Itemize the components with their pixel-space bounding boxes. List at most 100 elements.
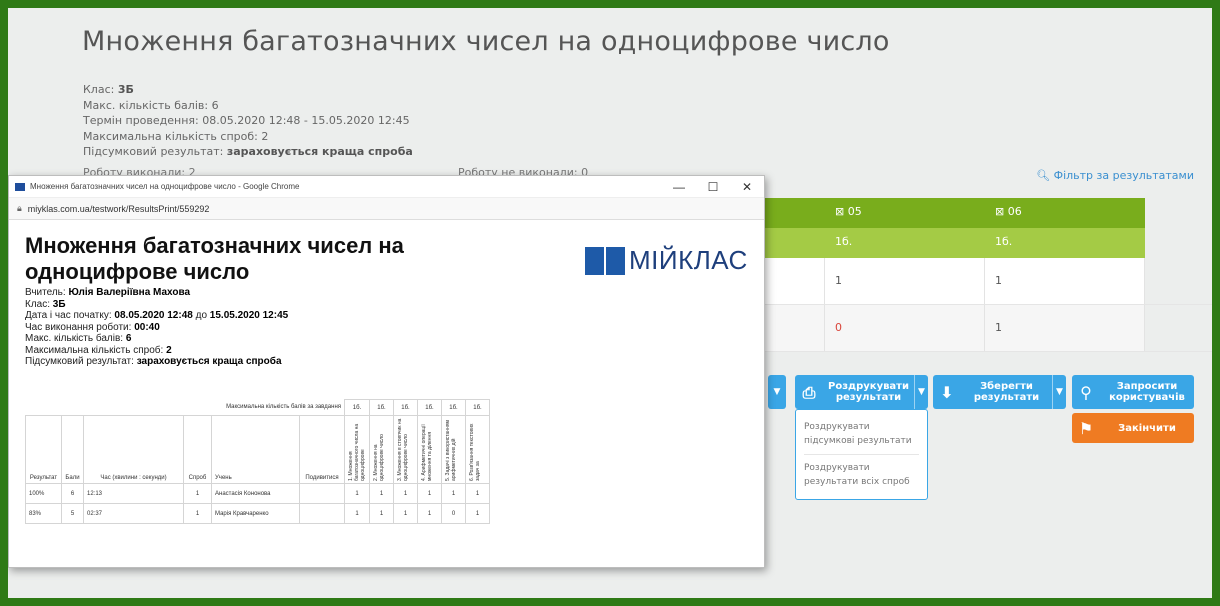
download-icon: ⬇ [940, 382, 954, 402]
minimize-icon[interactable]: — [662, 180, 696, 194]
task-column-header[interactable]: ⊠ 05 [825, 198, 985, 228]
final-result-value: зараховується краща спроба [226, 145, 413, 158]
view-cell[interactable] [299, 483, 345, 504]
result-cell: 83% [25, 503, 62, 524]
grid-row: 1 1 [765, 258, 1212, 305]
filter-results-label: Фільтр за результатами [1053, 169, 1194, 182]
grid-max-points-row: 1б. 1б. [765, 228, 1212, 258]
final-result-label: Підсумковий результат: [83, 145, 224, 158]
task-column-header[interactable]: ⊠ 06 [985, 198, 1145, 228]
finish-label: Закінчити [1118, 422, 1176, 434]
task-header: 3. Множення в стовпчик на одноцифрове чи… [393, 415, 418, 484]
finish-button[interactable]: ⚑ Закінчити [1072, 413, 1194, 443]
score-cell[interactable]: 0 [825, 305, 985, 351]
invite-users-label: Запросити користувачів [1109, 381, 1185, 403]
column-header: Результат [25, 415, 62, 484]
chevron-down-icon: ▼ [1052, 375, 1066, 409]
max-points-caption: Максимальна кількість балів за завдання [226, 404, 341, 411]
points-cell: 6 [61, 483, 84, 504]
print-results-table: Максимальна кількість балів за завдання … [25, 399, 490, 524]
table-header-row: Результат Бали Час (хвилини : секунди) С… [25, 415, 490, 484]
grid-header-row: ⊠ 05 ⊠ 06 [765, 198, 1212, 228]
print-menu-item-summary[interactable]: Роздрукувати підсумкові результати [804, 414, 919, 454]
period-label: Термін проведення: [83, 114, 199, 127]
window-titlebar[interactable]: Множення багатозначних чисел на одноцифр… [9, 176, 764, 198]
print-menu-item-all-attempts[interactable]: Роздрукувати результати всіх спроб [804, 454, 919, 495]
table-row: 83% 5 02:37 1 Марія Кравчаренко 1 1 1 1 … [25, 503, 490, 524]
add-user-icon: ⚲ [1080, 382, 1092, 402]
test-info: Клас: 3Б Макс. кількість балів: 6 Термін… [83, 82, 413, 160]
attempts-value: 2 [261, 129, 269, 143]
time-cell: 12:13 [83, 483, 184, 504]
print-results-label: Роздрукувати результати [828, 381, 909, 403]
max-points-cell: 1б. [825, 228, 985, 258]
page-title: Множення багатозначних чисел на одноцифр… [82, 26, 890, 57]
doc-class-label: Клас: [25, 298, 50, 310]
print-menu: Роздрукувати підсумкові результати Роздр… [795, 409, 928, 500]
search-icon: 🔍︎ [1036, 169, 1051, 182]
teacher-value: Юлія Валеріївна Махова [68, 287, 191, 298]
attempts-cell: 1 [183, 503, 212, 524]
view-cell[interactable] [299, 503, 345, 524]
to-label: до [195, 310, 208, 321]
score-cell: 1 [417, 503, 442, 524]
doc-result-value: зараховується краща спроба [136, 356, 282, 367]
brand-name: МІЙКЛАС [629, 245, 748, 275]
doc-result-label: Підсумковий результат: [25, 356, 134, 367]
flag-icon: ⚑ [1078, 418, 1094, 438]
max-points-cell: 1б. [985, 228, 1145, 258]
start-label: Дата і час початку: [25, 310, 112, 321]
column-header: Час (хвилини : секунди) [83, 415, 184, 484]
chevron-down-icon: ▼ [914, 375, 928, 409]
class-label: Клас: [83, 83, 115, 96]
period-value: 08.05.2020 12:48 - 15.05.2020 12:45 [202, 114, 410, 127]
score-cell[interactable]: 1 [825, 258, 985, 304]
app-logo-icon [15, 182, 25, 191]
column-header: Бали [61, 415, 84, 484]
score-cell: 1 [344, 503, 370, 524]
score-cell: 1 [465, 503, 490, 524]
grid-max-spacer [765, 228, 825, 258]
close-icon[interactable]: ✕ [730, 180, 764, 194]
print-document: Множення багатозначних чисел на одноцифр… [9, 221, 764, 567]
results-grid: ⊠ 05 ⊠ 06 1б. 1б. 1 1 0 1 [765, 198, 1212, 352]
max-points-cell: 1б. [369, 399, 394, 416]
max-points-cell: 1б. [344, 399, 370, 416]
save-results-button[interactable]: ⬇ Зберегти результати ▼ [933, 375, 1066, 409]
task-header: 4. Арифметичні операції множення та діле… [417, 415, 442, 484]
doc-class-value: 3Б [52, 298, 66, 310]
grid-row-spacer [765, 305, 825, 351]
doc-attempts-label: Максимальна кількість спроб: [25, 344, 164, 356]
score-cell: 1 [393, 483, 418, 504]
column-header: Учень [211, 415, 300, 484]
lock-icon: 🔒︎ [17, 203, 22, 213]
max-points-cell: 1б. [417, 399, 442, 416]
max-points-label: Макс. кількість балів: [83, 98, 209, 112]
score-cell: 1 [369, 503, 394, 524]
max-points-value: 6 [211, 98, 219, 112]
score-cell[interactable]: 1 [985, 305, 1145, 351]
filter-results-link[interactable]: 🔍︎ Фільтр за результатами [1036, 169, 1194, 182]
address-bar[interactable]: 🔒︎ miyklas.com.ua/testwork/ResultsPrint/… [9, 198, 764, 220]
chevron-down-icon: ▼ [773, 386, 781, 397]
score-cell[interactable]: 1 [985, 258, 1145, 304]
score-cell: 1 [441, 483, 466, 504]
prev-button-caret[interactable]: ▼ [768, 375, 786, 409]
duration-value: 00:40 [134, 321, 160, 333]
results-page: Множення багатозначних чисел на одноцифр… [8, 8, 1212, 598]
grid-row-spacer [765, 258, 825, 304]
score-cell: 1 [417, 483, 442, 504]
task-header: 5. Задачі з використанням арифметичних д… [441, 415, 466, 484]
attempts-cell: 1 [183, 483, 212, 504]
score-cell: 1 [465, 483, 490, 504]
printer-icon: ⎙ [802, 382, 816, 402]
duration-label: Час виконання роботи: [25, 321, 132, 333]
book-logo-icon [585, 246, 625, 275]
invite-users-button[interactable]: ⚲ Запросити користувачів [1072, 375, 1194, 409]
table-row: 100% 6 12:13 1 Анастасія Кононова 1 1 1 … [25, 483, 490, 504]
maximize-icon[interactable]: ☐ [696, 180, 730, 194]
task-header: 6. Розв'язання текстових задач за [465, 415, 490, 484]
print-results-button[interactable]: ⎙ Роздрукувати результати ▼ [795, 375, 928, 409]
points-cell: 5 [61, 503, 84, 524]
score-cell: 0 [441, 503, 466, 524]
